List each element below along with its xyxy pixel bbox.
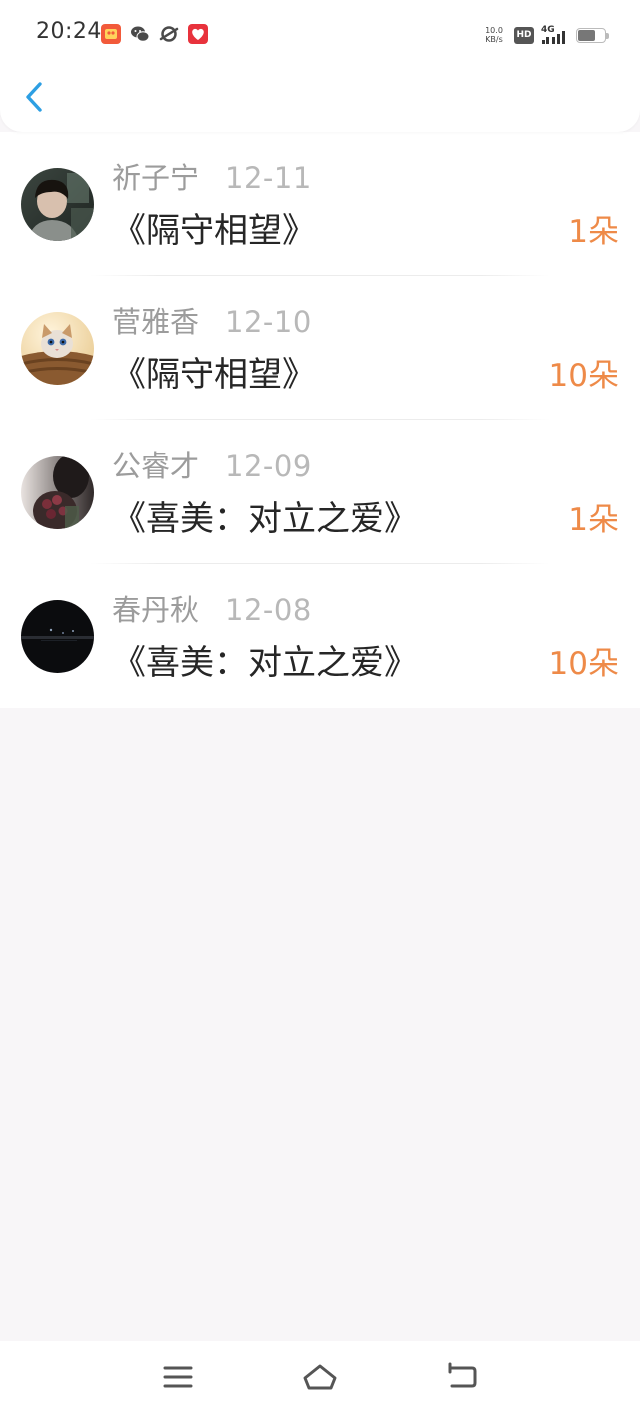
system-status: 10.0 KB/s HD 4G [481, 24, 609, 46]
user-name: 春丹秋 [112, 593, 200, 627]
gift-date: 12-08 [225, 593, 312, 627]
list-item[interactable]: 公睿才 12-09 《喜美：对立之爱》 1朵 [0, 420, 640, 564]
user-name: 菅雅香 [112, 305, 200, 339]
flower-count: 1朵 [568, 502, 619, 538]
flower-count: 1朵 [568, 214, 619, 250]
menu-icon [163, 1366, 193, 1388]
chevron-left-icon [26, 82, 42, 112]
gift-date: 12-10 [225, 305, 312, 339]
work-title[interactable]: 《喜美：对立之爱》 [112, 641, 418, 685]
avatar[interactable] [21, 456, 94, 529]
status-bar: 20:24 10.0 KB/s HD 4G [0, 0, 640, 70]
network-speed: 10.0 KB/s [485, 26, 503, 44]
avatar[interactable] [21, 168, 94, 241]
return-button[interactable] [440, 1355, 484, 1399]
list-item[interactable]: 春丹秋 12-08 《喜美：对立之爱》 10朵 [0, 564, 640, 708]
browser-icon [159, 26, 179, 42]
work-title[interactable]: 《隔守相望》 [112, 209, 316, 253]
list-item[interactable]: 菅雅香 12-10 《隔守相望》 10朵 [0, 276, 640, 420]
app-store-icon [101, 24, 121, 44]
menu-button[interactable] [156, 1355, 200, 1399]
flower-count: 10朵 [548, 646, 619, 682]
gift-date: 12-11 [225, 161, 312, 195]
return-icon [448, 1362, 477, 1388]
status-time: 20:24 [36, 19, 102, 44]
battery-icon [576, 27, 609, 43]
flower-gift-list: 祈子宁 12-11 《隔守相望》 1朵 菅雅香 12-10 《隔守相望》 10朵… [0, 132, 640, 708]
flower-count: 10朵 [548, 358, 619, 394]
avatar[interactable] [21, 600, 94, 673]
list-item[interactable]: 祈子宁 12-11 《隔守相望》 1朵 [0, 132, 640, 276]
back-button[interactable] [16, 74, 56, 120]
home-icon [303, 1364, 337, 1390]
signal-bars-icon [542, 31, 565, 44]
heart-app-icon [188, 24, 208, 44]
notification-icons [101, 24, 208, 46]
work-title[interactable]: 《隔守相望》 [112, 353, 316, 397]
user-name: 祈子宁 [112, 161, 200, 195]
work-title[interactable]: 《喜美：对立之爱》 [112, 497, 418, 541]
home-button[interactable] [298, 1355, 342, 1399]
gift-date: 12-09 [225, 449, 312, 483]
battery-level [578, 29, 595, 41]
avatar[interactable] [21, 312, 94, 385]
signal-strength: 4G [541, 25, 569, 45]
wechat-icon [131, 26, 150, 42]
system-nav-bar [0, 1341, 640, 1415]
hd-badge: HD [514, 26, 534, 44]
user-name: 公睿才 [112, 449, 200, 483]
top-header: 20:24 10.0 KB/s HD 4G [0, 0, 640, 132]
